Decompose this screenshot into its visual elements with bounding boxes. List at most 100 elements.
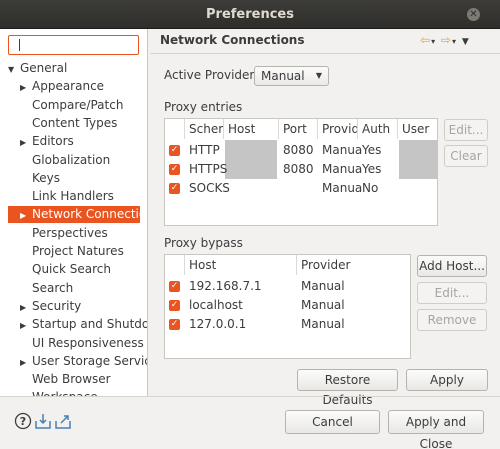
tree-item[interactable]: ▶ Security — [20, 298, 81, 315]
add-host-button[interactable]: Add Host... — [417, 255, 487, 277]
bypass-host-cell[interactable]: 192.168.7.1 — [185, 277, 262, 295]
export-icon[interactable] — [54, 412, 72, 430]
active-provider-select[interactable]: Manual ▼ — [254, 66, 329, 86]
proxy-entry-auth-cell[interactable]: Yes — [358, 141, 381, 159]
column-header-user[interactable]: User — [398, 119, 437, 139]
collapsed-arrow-icon[interactable]: ▶ — [20, 299, 32, 316]
tree-item[interactable]: Project Natures — [20, 243, 124, 260]
tree-item[interactable]: Keys — [20, 170, 60, 187]
tree-item[interactable]: Search — [20, 280, 73, 297]
proxy-entry-provider-cell[interactable]: Manua — [318, 179, 362, 197]
bypass-checkbox[interactable]: ✓ — [169, 300, 180, 311]
proxy-entry-checkbox[interactable]: ✓ — [169, 164, 180, 175]
import-icon[interactable] — [34, 412, 52, 430]
apply-button[interactable]: Apply — [406, 369, 488, 391]
column-header-provider[interactable]: Provider — [297, 255, 410, 275]
tree-item[interactable]: ▼ General — [8, 60, 67, 77]
page-navigation: ⇦▾ ⇨▾ ▼ — [420, 33, 470, 47]
tree-item[interactable]: Link Handlers — [20, 188, 114, 205]
proxy-entry-scheme-cell[interactable]: HTTPS — [185, 160, 227, 178]
column-header-auth[interactable]: Auth — [358, 119, 398, 139]
edit-bypass-button[interactable]: Edit... — [417, 282, 487, 304]
collapsed-arrow-icon[interactable]: ▶ — [20, 317, 32, 334]
proxy-entry-scheme-cell[interactable]: HTTP — [185, 141, 220, 159]
tree-item-label: General — [20, 61, 68, 75]
proxy-entry-port-cell[interactable]: 8080 — [279, 141, 314, 159]
collapsed-arrow-icon[interactable]: ▶ — [20, 79, 32, 96]
tree-item-label: Project Natures — [32, 244, 124, 258]
forward-dropdown-icon[interactable]: ▾ — [452, 37, 457, 46]
bypass-provider-cell[interactable]: Manual — [297, 315, 345, 333]
text-caret — [19, 39, 20, 51]
tree-item[interactable]: Perspectives — [20, 225, 108, 242]
proxy-entry-provider-cell[interactable]: Manua — [318, 160, 362, 178]
proxy-entry-port-cell[interactable]: 8080 — [279, 160, 314, 178]
proxy-entry-auth-cell[interactable]: No — [358, 179, 378, 197]
tree-item[interactable]: ▶Workspace — [20, 389, 98, 396]
tree-item[interactable]: ▶ Startup and Shutdo — [20, 316, 147, 334]
tree-item[interactable]: ▶ Appearance — [20, 78, 104, 95]
tree-item[interactable]: ▶ Editors — [20, 133, 74, 150]
proxy-entry-user-cell[interactable] — [398, 179, 402, 197]
proxy-entry-host-cell[interactable] — [224, 179, 228, 197]
title-bar: Preferences ✕ — [0, 0, 500, 29]
cancel-button[interactable]: Cancel — [285, 410, 380, 434]
forward-arrow-icon[interactable]: ⇨ — [441, 33, 452, 47]
tree-item[interactable]: ▶ User Storage Service — [20, 353, 147, 371]
tree-item[interactable]: Web Browser — [20, 371, 111, 388]
collapsed-arrow-icon[interactable]: ▶ — [20, 207, 32, 224]
active-provider-value: Manual — [261, 69, 305, 83]
tree-item[interactable]: Globalization — [20, 152, 110, 169]
window-title: Preferences — [206, 7, 294, 22]
tree-item[interactable]: Quick Search — [20, 261, 111, 278]
tree-item-label: Content Types — [32, 115, 118, 130]
back-arrow-icon[interactable]: ⇦ — [420, 33, 431, 47]
bypass-host-cell[interactable]: 127.0.0.1 — [185, 315, 246, 333]
collapsed-arrow-icon[interactable]: ▶ — [20, 354, 32, 371]
proxy-entry-host-cell[interactable] — [224, 141, 228, 159]
expanded-arrow-icon[interactable]: ▼ — [8, 61, 20, 78]
bypass-checkbox[interactable]: ✓ — [169, 281, 180, 292]
help-icon[interactable]: ? — [14, 412, 32, 430]
bypass-checkbox[interactable]: ✓ — [169, 319, 180, 330]
column-header-provider[interactable]: Provid — [318, 119, 358, 139]
tree-item-label: Keys — [32, 170, 61, 185]
proxy-entry-user-cell[interactable] — [398, 141, 402, 159]
apply-and-close-button[interactable]: Apply and Close — [388, 410, 484, 449]
tree-item[interactable]: ▶ Network Connection — [8, 206, 147, 224]
proxy-entry-user-cell[interactable] — [398, 160, 402, 178]
proxy-entry-checkbox[interactable]: ✓ — [169, 145, 180, 156]
collapsed-arrow-icon[interactable]: ▶ — [20, 134, 32, 151]
tree-item-label: Link Handlers — [32, 189, 114, 204]
column-header-host[interactable]: Host — [224, 119, 279, 139]
tree-item-label: Editors — [32, 134, 74, 149]
tree-item-label: Perspectives — [32, 225, 108, 240]
window-close-icon[interactable]: ✕ — [467, 8, 480, 21]
back-dropdown-icon[interactable]: ▾ — [431, 37, 436, 46]
clear-entry-button[interactable]: Clear — [444, 145, 488, 167]
proxy-entry-host-cell[interactable] — [224, 160, 228, 178]
view-menu-icon[interactable]: ▼ — [462, 37, 470, 47]
bottom-separator — [0, 396, 500, 397]
bypass-provider-cell[interactable]: Manual — [297, 277, 345, 295]
proxy-entry-auth-cell[interactable]: Yes — [358, 160, 381, 178]
tree-item[interactable]: UI Responsiveness M — [20, 335, 147, 352]
restore-defaults-button[interactable]: Restore Defaults — [297, 369, 398, 407]
proxy-entry-checkbox[interactable]: ✓ — [169, 183, 180, 194]
filter-input[interactable] — [8, 35, 139, 55]
column-header-host[interactable]: Host — [185, 255, 297, 275]
proxy-entry-port-cell[interactable] — [279, 179, 283, 197]
column-header-port[interactable]: Port — [279, 119, 318, 139]
remove-bypass-button[interactable]: Remove — [417, 309, 487, 331]
edit-entry-button[interactable]: Edit... — [444, 119, 488, 141]
tree-item-label: Appearance — [32, 79, 105, 94]
tree-item[interactable]: Content Types — [20, 115, 117, 132]
svg-text:?: ? — [20, 415, 26, 428]
bypass-provider-cell[interactable]: Manual — [297, 296, 345, 314]
tree-item[interactable]: Compare/Patch — [20, 97, 123, 114]
column-header-scheme[interactable]: Schem — [185, 119, 224, 139]
active-provider-label: Active Provider: — [164, 68, 259, 82]
preferences-tree-panel: ▼ General ▶ Appearance Compare/Patch Content … — [0, 29, 148, 396]
bypass-host-cell[interactable]: localhost — [185, 296, 243, 314]
proxy-entry-provider-cell[interactable]: Manua — [318, 141, 362, 159]
